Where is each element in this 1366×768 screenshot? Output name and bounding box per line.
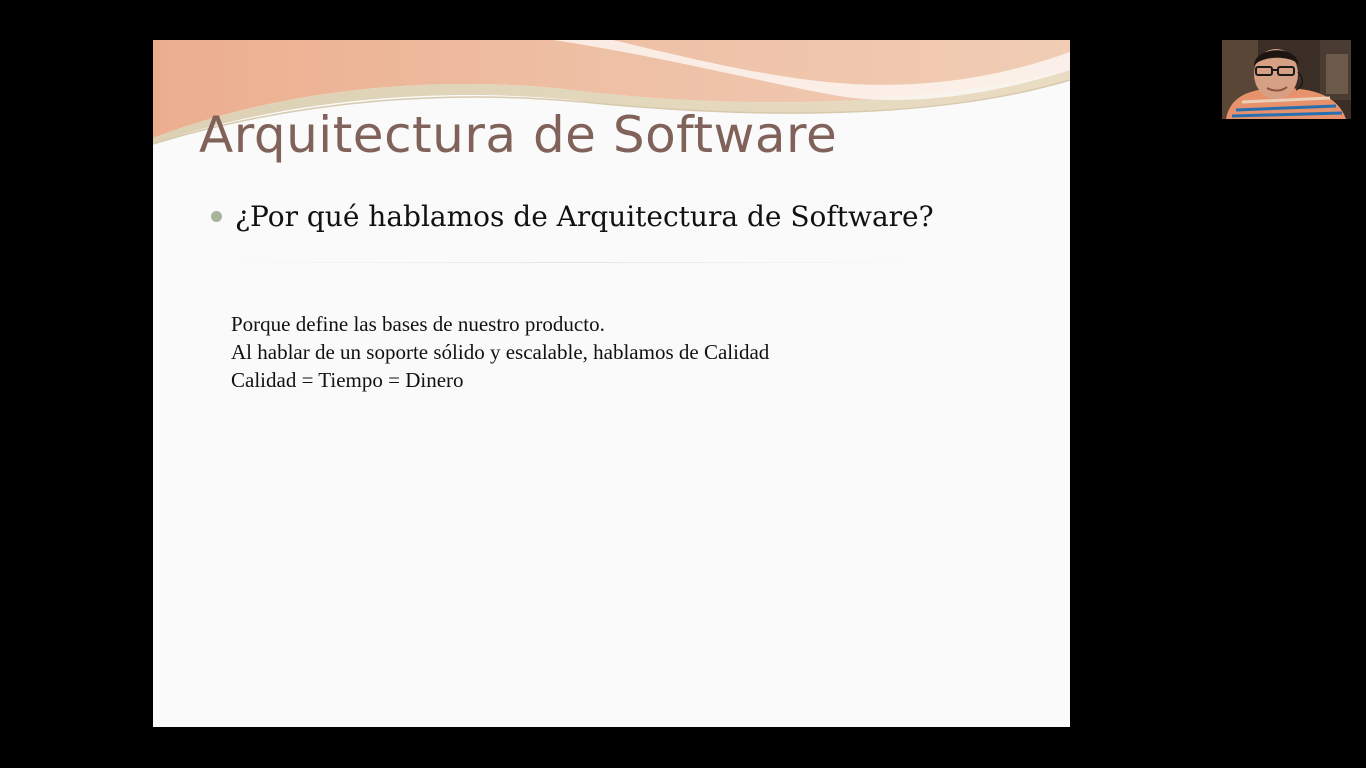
video-frame: Arquitectura de Software ¿Por qué hablam… [0, 0, 1366, 768]
bullet-text: ¿Por qué hablamos de Arquitectura de Sof… [235, 200, 934, 233]
slide-title: Arquitectura de Software [199, 106, 838, 164]
faint-divider [213, 262, 933, 263]
presentation-slide: Arquitectura de Software ¿Por qué hablam… [153, 40, 1070, 727]
webcam-feed [1222, 40, 1351, 119]
bullet-item: ¿Por qué hablamos de Arquitectura de Sof… [211, 200, 934, 233]
slide-body-text: Porque define las bases de nuestro produ… [231, 310, 769, 394]
body-line-3: Calidad = Tiempo = Dinero [231, 368, 464, 392]
body-line-2: Al hablar de un soporte sólido y escalab… [231, 340, 770, 364]
bullet-dot-icon [211, 211, 222, 222]
body-line-1: Porque define las bases de nuestro produ… [231, 312, 605, 336]
presenter-webcam-icon [1222, 40, 1351, 119]
